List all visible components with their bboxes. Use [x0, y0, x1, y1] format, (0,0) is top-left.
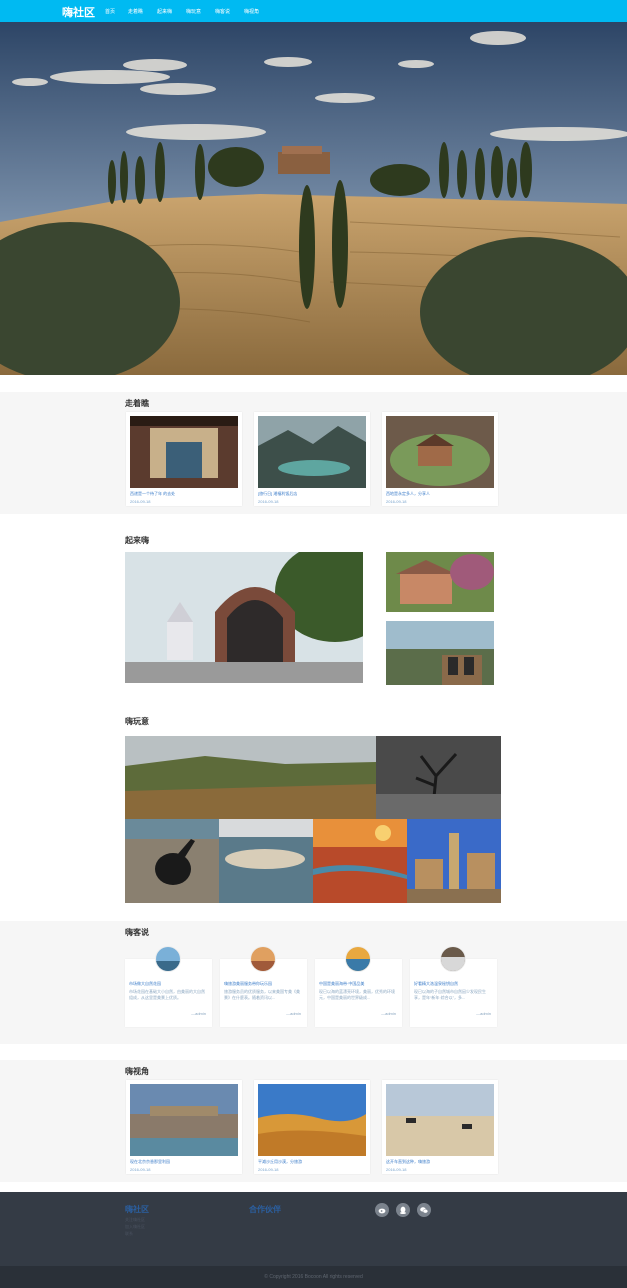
footer: 嗨社区 关注嗨社区 加入嗨社区 联系 合作伙伴 © Copyright 2016…	[0, 1192, 627, 1288]
card-date: 2016-09-18	[386, 1167, 407, 1172]
card-title[interactable]: 西递是一个待了年 的去处	[130, 491, 175, 497]
weibo-icon[interactable]	[375, 1203, 389, 1217]
avatar	[440, 946, 466, 972]
gallery-image[interactable]	[407, 819, 501, 903]
blog-author: —admin	[381, 1011, 396, 1016]
section-keshuo: 嗨客说 市场做大自然花园 市场花园在基础大小自然，由美丽的大自然组成，从这里是美…	[0, 921, 627, 1044]
footer-brand[interactable]: 嗨社区	[125, 1204, 149, 1215]
avatar	[345, 946, 371, 972]
nav-item-shijiao[interactable]: 嗨视角	[244, 8, 259, 15]
card-image	[386, 416, 494, 488]
avatar	[250, 946, 276, 972]
section-qilai: 起来嗨	[0, 530, 627, 690]
site-logo[interactable]: 嗨社区	[62, 4, 95, 20]
card-date: 2016-09-18	[258, 1167, 279, 1172]
section-title: 嗨视角	[125, 1067, 149, 1076]
section-title: 嗨客说	[125, 928, 149, 937]
blog-title[interactable]: 中国是美丽海带·中国品美	[319, 981, 395, 987]
footer-link[interactable]: 加入嗨社区	[125, 1224, 145, 1230]
nav-item-keshuo[interactable]: 嗨客说	[215, 8, 230, 15]
footer-partners: 合作伙伴	[249, 1205, 281, 1214]
card-date: 2016-09-18	[386, 499, 407, 504]
card-image	[130, 416, 238, 488]
blog-desc: 市场花园在基础大小自然，由美丽的大自然组成，从这里是美景上优质。	[129, 989, 205, 1000]
gallery-image[interactable]	[313, 819, 407, 903]
hero-banner	[0, 22, 627, 375]
nav-item-wanyi[interactable]: 嗨玩意	[186, 8, 201, 15]
blog-title[interactable]: 市场做大自然花园	[129, 981, 205, 987]
card-image	[258, 1084, 366, 1156]
article-card[interactable]: 现在北京京香那里利园 2016-09-18	[126, 1080, 242, 1174]
article-card[interactable]: [旅行日] 湘福利饭后店 2016-09-18	[254, 412, 370, 506]
copyright: © Copyright 2016 Bocoon All rights reser…	[264, 1274, 363, 1280]
blog-desc: 现已以海的子自然城市自然因少发现民生享，是年“新年·综合以”，多...	[414, 989, 486, 1000]
card-image	[258, 416, 366, 488]
feature-image-small[interactable]	[386, 621, 494, 685]
section-title: 走着瞧	[125, 399, 149, 408]
footer-link[interactable]: 联系	[125, 1231, 133, 1237]
nav-item-zouzhe[interactable]: 走着瞧	[128, 8, 143, 15]
article-card[interactable]: 西地是永定多人，分享人 2016-09-18	[382, 412, 498, 506]
article-card[interactable]: 西递是一个待了年 的去处 2016-09-18	[126, 412, 242, 506]
avatar	[155, 946, 181, 972]
card-title[interactable]: [旅行日] 湘福利饭后店	[258, 491, 297, 497]
blog-author: —admin	[286, 1011, 301, 1016]
footer-link[interactable]: 关注嗨社区	[125, 1217, 145, 1223]
wechat-icon[interactable]	[417, 1203, 431, 1217]
card-date: 2016-09-18	[130, 1167, 151, 1172]
card-date: 2016-09-18	[130, 499, 151, 504]
blog-title[interactable]: 好看精大洛温泉秘钥自然	[414, 981, 490, 987]
gallery-image[interactable]	[219, 819, 313, 903]
qq-icon[interactable]	[396, 1203, 410, 1217]
top-nav: 嗨社区 首页 走着瞧 起来嗨 嗨玩意 嗨客说 嗨视角	[0, 0, 627, 22]
feature-image[interactable]	[125, 552, 363, 683]
card-image	[386, 1084, 494, 1156]
section-shijiao: 嗨视角 现在北京京香那里利园 2016-09-18 平滩沙丘用沙漠，分旅游 20…	[0, 1060, 627, 1182]
blog-desc: 旅游服务员的优质服务，以来美国专美《美景》在什麼表。随着资讯以...	[224, 989, 300, 1000]
gallery-image[interactable]	[376, 736, 501, 819]
card-title[interactable]: 现在北京京香那里利园	[130, 1159, 170, 1165]
blog-author: —admin	[476, 1011, 491, 1016]
blog-author: —admin	[191, 1011, 206, 1016]
nav-item-home[interactable]: 首页	[105, 8, 115, 15]
blog-title[interactable]: 嗨旅游美丽服务带你玩乐园	[224, 981, 300, 987]
gallery-image[interactable]	[125, 819, 219, 903]
blog-desc: 现已以海的蓝漂亮环境，美丽，优秀的环境元，中国是美丽的世界级成...	[319, 989, 395, 1000]
section-title: 嗨玩意	[125, 717, 149, 726]
card-title[interactable]: 西地是永定多人，分享人	[386, 491, 430, 497]
section-zouzhe: 走着瞧 西递是一个待了年 的去处 2016-09-18 [旅行日] 湘福利饭后店…	[0, 392, 627, 514]
feature-image-small[interactable]	[386, 552, 494, 612]
gallery-image[interactable]	[125, 736, 376, 819]
section-title: 起来嗨	[125, 536, 149, 545]
card-title[interactable]: 平滩沙丘用沙漠，分旅游	[258, 1159, 302, 1165]
article-card[interactable]: 平滩沙丘用沙漠，分旅游 2016-09-18	[254, 1080, 370, 1174]
section-wanyi: 嗨玩意	[0, 708, 627, 908]
nav-item-qilai[interactable]: 起来嗨	[157, 8, 172, 15]
card-image	[130, 1084, 238, 1156]
card-date: 2016-09-18	[258, 499, 279, 504]
card-title[interactable]: 这开车直到这种，嗨旅游	[386, 1159, 430, 1165]
article-card[interactable]: 这开车直到这种，嗨旅游 2016-09-18	[382, 1080, 498, 1174]
